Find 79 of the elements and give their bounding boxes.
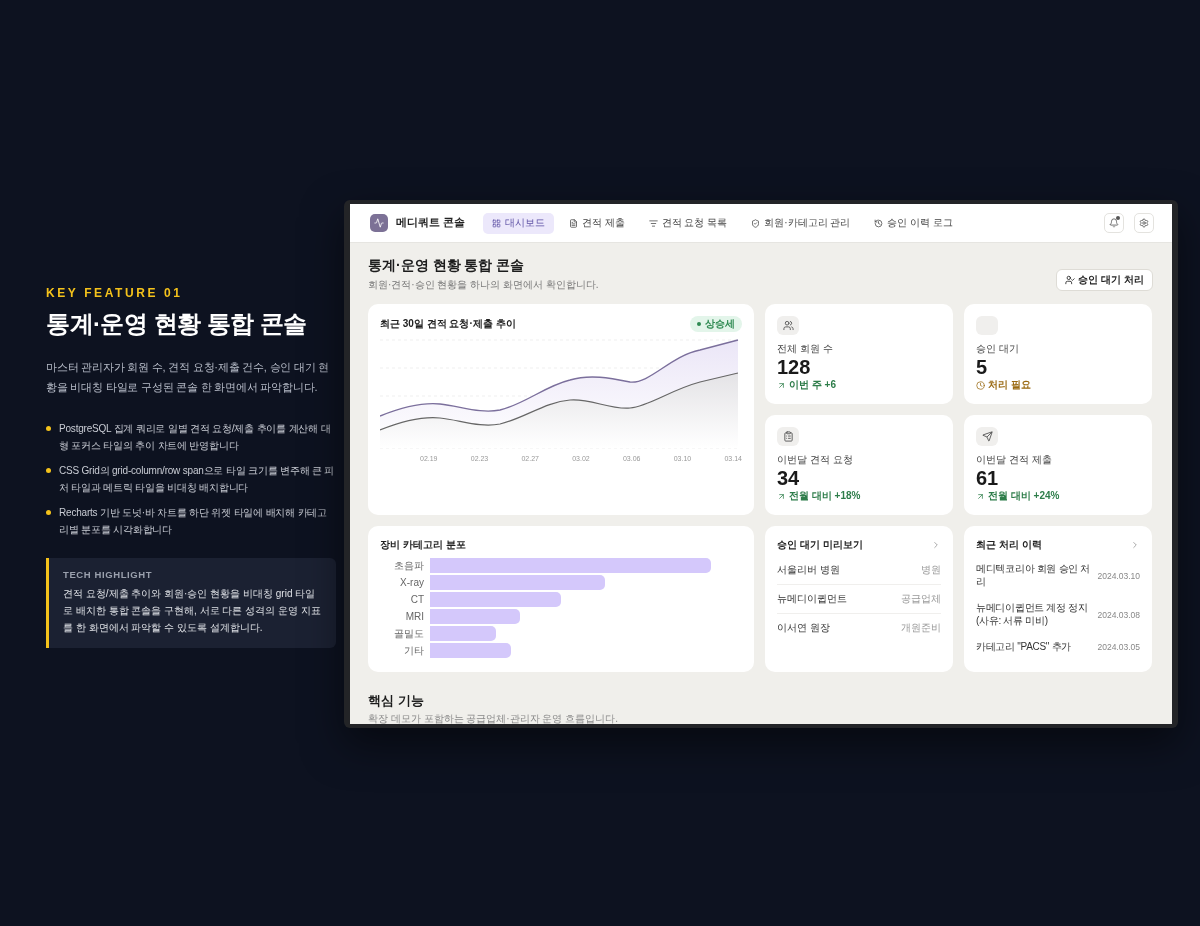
feature-title: 통계·운영 현황 통합 콘솔 [46,309,308,339]
chevron-right-icon[interactable] [931,540,941,550]
bullet-dot [46,510,51,516]
stat-value: 128 [777,356,812,378]
chevron-right-icon[interactable] [1130,540,1140,550]
history-icon [874,218,884,228]
pending-name: 뉴메디이큅먼트 [777,592,847,606]
highlight-label: TECH HIGHLIGHT [63,569,154,581]
bullet-text: Recharts 기반 도넛·바 차트를 하단 위젯 타일에 배치해 카테고리별 분포를 시각화합니다 [59,506,328,537]
bullet-text: PostgreSQL 집계 쿼리로 일별 견적 요청/제출 추이를 계산해 대형 포커스 타일의 추이 차트에 반영합니다 [59,422,332,453]
pending-name: 이서연 원장 [777,621,830,635]
arrow-up-right-icon [777,491,786,501]
page-title: 통계·운영 현황 통합 콘솔 [368,257,526,275]
stat-label: 승인 대기 [976,342,1020,356]
stat-note: 이번 주 +6 [777,378,941,392]
bar-label: CT [409,593,424,607]
brand-name: 메디쿼트 콘솔 [396,216,465,230]
eyebrow-label: KEY FEATURE 01 [46,286,184,300]
stat-label: 전체 회원 수 [777,342,834,356]
arrow-up-right-icon [976,491,985,501]
filter-icon [648,218,658,228]
arrow-up-right-icon [777,380,786,390]
nav-tab[interactable]: 견적 제출 [559,212,634,234]
trend-badge: 상승세 [690,316,742,332]
stat-value: 61 [976,467,1000,489]
history-text: 메디텍코리아 회원 승인 처리 [976,563,1092,588]
users-icon [782,320,794,331]
clock-icon [976,380,985,390]
unread-dot [1116,216,1120,220]
bell-icon [1109,218,1119,228]
bar [430,626,496,641]
approve-pending-button[interactable]: 승인 대기 처리 [1056,269,1153,291]
history-date: 2024.03.10 [1097,570,1140,581]
bullet-text: CSS Grid의 grid-column/row span으로 타일 크기를 변주해 큰 피처 타일과 메트릭 타일을 비대칭 배치합니다 [59,464,336,495]
nav-tab[interactable]: 대시보드 [482,212,554,234]
document-icon [568,218,578,228]
bullet-dot [46,468,51,474]
user-check-icon [1065,275,1076,285]
nav-tab[interactable]: 승인 이력 로그 [865,212,962,234]
shield-icon [751,218,761,228]
stat-note: 전월 대비 +18% [777,489,941,503]
highlight-text: 견적 요청/제출 추이와 회원·승인 현황을 비대칭 grid 타일로 배치한 통합 콘솔을 구현해, 서로 다른 성격의 운영 지표를 한 화면에서 파악할 수 있도록 설계합니다. [63,587,322,636]
send-icon [981,431,993,442]
history-date: 2024.03.08 [1097,609,1140,620]
card-title: 장비 카테고리 분포 [380,538,467,552]
stat-value: 34 [777,467,801,489]
notifications-button[interactable] [1104,213,1124,233]
stat-note: 전월 대비 +24% [976,489,1140,503]
history-text: 뉴메디이큅먼트 계정 정지 (사유: 서류 미비) [976,602,1089,627]
settings-button[interactable] [1134,213,1154,233]
bullet-dot [46,426,51,432]
stat-label: 이번달 견적 요청 [777,453,854,467]
settings-icon [1139,218,1149,228]
pending-type: 개원준비 [901,621,941,635]
card-title: 승인 대기 미리보기 [777,538,863,552]
bar-label: 골밀도 [393,627,424,641]
page-subtitle: 회원·견적·승인 현황을 하나의 화면에서 확인합니다. [368,278,599,292]
nav-tab[interactable]: 견적 요청 목록 [639,212,737,234]
clipboard-icon [782,431,794,442]
bar-label: MRI [404,610,424,624]
pulse-logo-icon [370,214,388,232]
history-date: 2024.03.05 [1097,642,1140,653]
bar-label: X-ray [399,576,424,590]
pending-name: 서울리버 병원 [777,563,840,577]
section-subtitle: 확장 데모가 포함하는 공급업체·관리자 운영 흐름입니다. [368,712,619,724]
feature-description: 마스터 관리자가 회원 수, 견적 요청·제출 건수, 승인 대기 현황을 비대칭 타일로 구성된 콘솔 한 화면에서 파악합니다. [46,360,331,395]
nav-tab[interactable]: 회원·카테고리 관리 [742,212,860,234]
stat-value: 5 [976,356,989,378]
stat-label: 이번달 견적 제출 [976,453,1053,467]
pending-type: 공급업체 [901,592,941,606]
history-text: 카테고리 "PACS" 추가 [976,641,1072,654]
card-title: 최근 30일 견적 요청·제출 추이 [380,317,516,331]
bar-label: 초음파 [393,559,424,573]
section-title: 핵심 기능 [368,692,425,710]
pending-type: 병원 [921,563,941,577]
grid-icon [491,218,501,228]
card-title: 최근 처리 이력 [976,538,1042,552]
bar-label: 기타 [403,644,424,658]
stat-note: 처리 필요 [976,378,1140,392]
